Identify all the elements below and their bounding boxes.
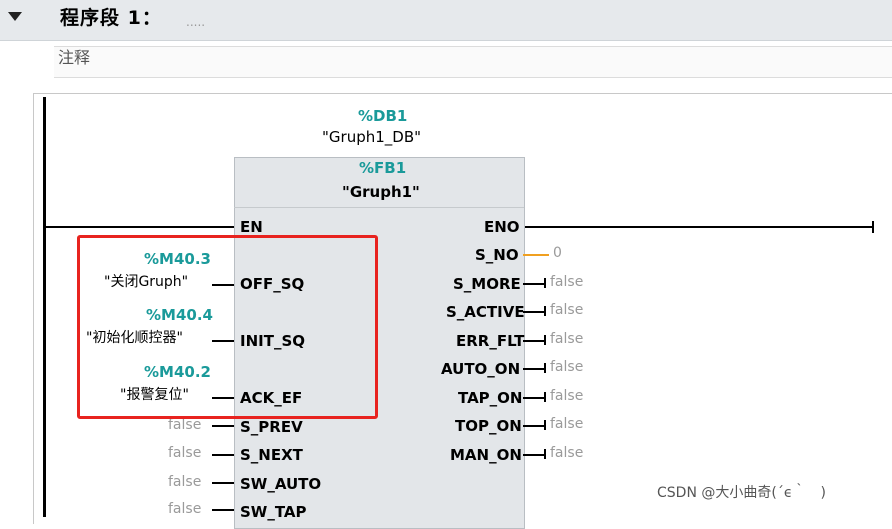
output-tick-man-on [544,449,546,459]
pin-s-more: S_MORE [453,275,521,293]
output-value-s-no[interactable]: 0 [553,246,562,260]
highlight-annotation-box [77,235,378,419]
output-tick-s-more [544,278,546,288]
default-value-sw-auto[interactable]: false [168,475,201,489]
input-wire-s-next [212,454,234,456]
output-value-s-active[interactable]: false [550,303,583,317]
output-wire-s-no [523,254,549,256]
pin-en: EN [240,218,263,236]
output-tick-s-active [544,306,546,316]
pin-tap-on: TAP_ON [458,389,523,407]
output-tick-tap-on [544,392,546,402]
rung-input-line [45,226,235,228]
output-wire-man-on [523,454,545,456]
instance-db-address[interactable]: %DB1 [358,109,407,124]
pin-auto-on: AUTO_ON [441,360,521,378]
pin-sw-auto: SW_AUTO [240,475,322,493]
output-wire-tap-on [523,397,545,399]
network-title[interactable]: 程序段 1： [60,9,162,28]
output-wire-top-on [523,425,545,427]
rung-end-marker [872,221,874,233]
input-wire-sw-auto [212,482,234,484]
collapse-arrow-icon[interactable] [8,12,22,21]
output-value-s-more[interactable]: false [550,275,583,289]
output-value-err-flt[interactable]: false [550,332,583,346]
pin-s-prev: S_PREV [240,418,303,436]
output-tick-top-on [544,420,546,430]
instance-db-name[interactable]: "Gruph1_DB" [322,130,421,145]
output-wire-s-more [523,283,545,285]
output-tick-auto-on [544,363,546,373]
pin-err-flt: ERR_FLT [456,332,525,350]
pin-top-on: TOP_ON [455,417,522,435]
pin-s-active: S_ACTIVE [446,303,525,321]
pin-s-no: S_NO [475,246,519,264]
power-rail [43,97,46,517]
pin-man-on: MAN_ON [450,446,522,464]
output-value-man-on[interactable]: false [550,446,583,460]
fb-address: %FB1 [359,159,407,177]
default-value-s-prev[interactable]: false [168,418,201,432]
pin-s-next: S_NEXT [240,446,303,464]
output-value-top-on[interactable]: false [550,417,583,431]
output-value-tap-on[interactable]: false [550,389,583,403]
pin-sw-tap: SW_TAP [240,503,307,521]
output-wire-s-active [523,311,545,313]
input-wire-s-prev [212,425,234,427]
default-value-s-next[interactable]: false [168,446,201,460]
watermark: CSDN @大小曲奇(´ϵ｀ ) [657,485,826,501]
network-title-placeholder[interactable]: ..... [186,16,205,28]
network-comment-field[interactable] [54,46,892,78]
input-wire-sw-tap [212,509,234,511]
fb-name[interactable]: "Gruph1" [342,185,420,200]
fb-title-divider [234,207,524,208]
rung-output-line [523,226,873,228]
network-comment-label[interactable]: 注释 [58,50,90,66]
output-value-auto-on[interactable]: false [550,360,583,374]
output-wire-err-flt [523,340,545,342]
output-wire-auto-on [523,368,545,370]
pin-eno: ENO [484,218,520,236]
output-tick-err-flt [544,335,546,345]
